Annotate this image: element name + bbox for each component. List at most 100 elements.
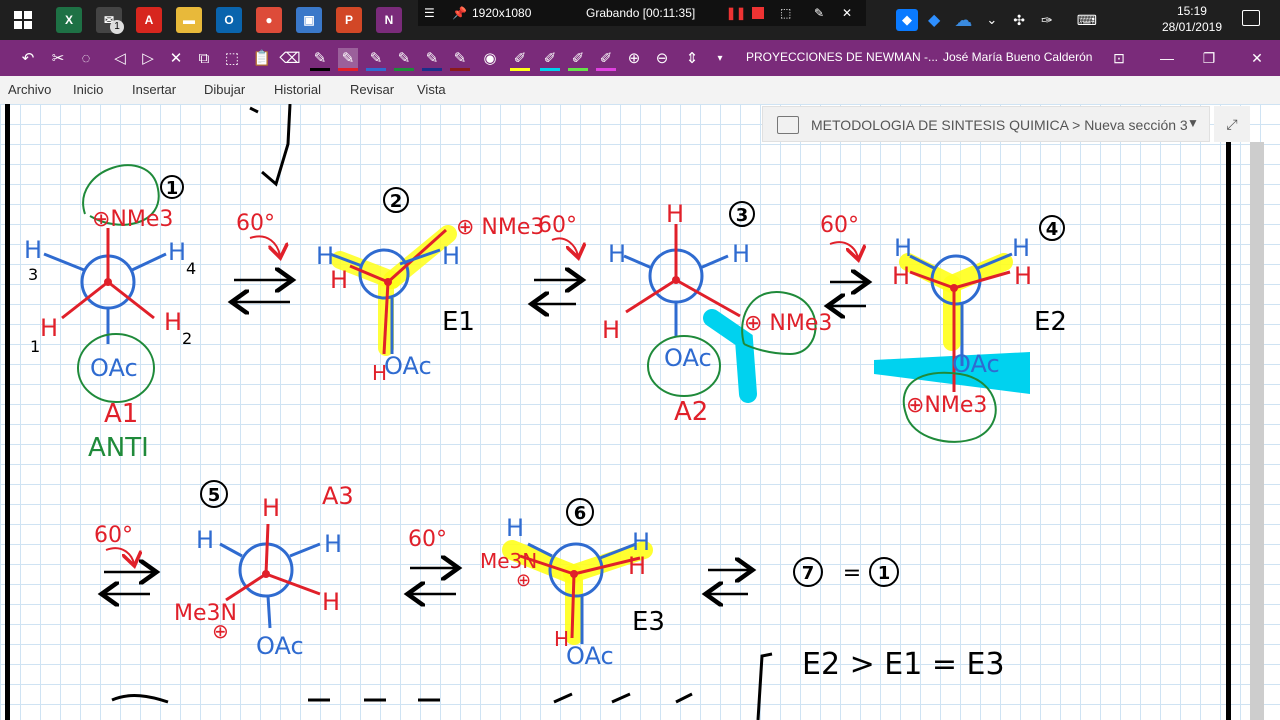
back-icon[interactable]: ◁ [110, 48, 130, 68]
pen-icon[interactable]: ✎ [814, 6, 824, 20]
s4-h2: H [892, 262, 910, 290]
highlighter-yellow-icon[interactable]: ✐ [510, 48, 530, 71]
s1-label: A1 [104, 399, 138, 429]
highlighter-green-icon[interactable]: ✐ [568, 48, 588, 71]
equilibrium-arrow-1: 60° [234, 211, 290, 302]
pen-black-icon[interactable]: ✎ [310, 48, 330, 71]
menu-icon[interactable]: ☰ [424, 6, 435, 20]
menu-revisar[interactable]: Revisar [350, 82, 394, 97]
pin-icon[interactable]: 📌 [452, 6, 467, 20]
lasso-cut-icon[interactable]: ✂ [48, 48, 68, 68]
undo-icon[interactable]: ↶ [18, 48, 38, 68]
user-name[interactable]: José María Bueno Calderón [943, 50, 1092, 64]
s4-h3: H [1012, 234, 1030, 262]
delete-icon[interactable]: ✕ [166, 48, 186, 68]
outlook-icon[interactable]: O [216, 7, 242, 33]
pen-blue-icon[interactable]: ✎ [366, 48, 386, 71]
restore-icon[interactable]: ❐ [1198, 48, 1220, 68]
s3-h-top: H [666, 200, 684, 228]
s1-bond-bl [61, 280, 109, 320]
pen-darkred-icon[interactable]: ✎ [450, 48, 470, 71]
newman-structure-3: 3 H H H H ⊕ NMe3 OAc A2 [602, 200, 832, 427]
forward-icon[interactable]: ▷ [138, 48, 158, 68]
network-icon[interactable]: ✣ [1013, 12, 1025, 29]
fullscreen-icon[interactable]: ⊡ [1108, 48, 1130, 68]
circle-pen-icon[interactable]: ◉ [480, 48, 500, 68]
zoom-out-icon[interactable]: ⊖ [652, 48, 672, 68]
onedrive-icon[interactable]: ☁ [954, 10, 972, 31]
lasso-select-icon[interactable]: ◌ [76, 48, 96, 68]
s1-h-right: H [168, 238, 186, 266]
pen-darkblue-icon[interactable]: ✎ [422, 48, 442, 71]
resolution-label: 1920x1080 [472, 6, 532, 20]
dropbox-tray-icon[interactable]: ◆ [928, 10, 940, 30]
menu-dibujar[interactable]: Dibujar [204, 82, 245, 97]
newman-structure-4: 4 H H H H OAc ⊕NMe3 E2 [874, 215, 1067, 443]
highlighter-magenta-icon[interactable]: ✐ [596, 48, 616, 71]
copy-icon[interactable]: ⧉ [194, 48, 214, 68]
keyboard-icon[interactable]: ⌨ [1077, 12, 1097, 29]
acrobat-icon[interactable]: A [136, 7, 162, 33]
arrow3-curve [829, 241, 858, 258]
notifications-icon[interactable] [1242, 10, 1260, 26]
s5-h-left: H [196, 526, 214, 554]
pen-workspace-icon[interactable]: ✑ [1041, 12, 1053, 29]
s1-n3: 3 [28, 265, 38, 284]
arrow4-curve [105, 547, 134, 564]
menu-vista[interactable]: Vista [417, 82, 446, 97]
select-icon[interactable]: ⬚ [222, 48, 242, 68]
pen-red-icon[interactable]: ✎ [338, 48, 358, 71]
s6-h1: H [506, 514, 524, 542]
windows-start-icon[interactable] [10, 7, 36, 33]
highlighter-cyan-icon[interactable]: ✐ [540, 48, 560, 71]
s6-oac: OAc [566, 642, 614, 670]
ink-stroke-top [261, 104, 292, 187]
s3-h-left: H [608, 240, 626, 268]
paste-icon[interactable]: 📋 [252, 48, 272, 68]
pause-icon[interactable]: ❚❚ [726, 6, 746, 20]
ink-stroke-bottom [111, 692, 693, 704]
arrow3-label: 60° [820, 213, 859, 238]
recording-toolbar: ☰ 📌 1920x1080 Grabando [00:11:35] ❚❚ ⬚ ✎… [418, 0, 866, 26]
equilibrium-arrow-5: 60° [408, 527, 456, 594]
menu-historial[interactable]: Historial [274, 82, 321, 97]
photos-icon[interactable]: ▣ [296, 7, 322, 33]
chrome-icon[interactable]: ● [256, 7, 282, 33]
s2-oac: OAc [384, 352, 432, 380]
arrow1-curve [249, 235, 280, 256]
document-title: PROYECCIONES DE NEWMAN -... [746, 50, 939, 64]
close-icon[interactable]: ✕ [842, 6, 852, 20]
s2-h2: H [330, 266, 348, 294]
camera-icon[interactable]: ⬚ [780, 6, 791, 20]
insert-space-icon[interactable]: ⇕ [682, 48, 702, 68]
s6-plus: ⊕ [516, 570, 531, 591]
eq-left: 7 [802, 563, 815, 584]
stop-icon[interactable] [752, 7, 764, 19]
minimize-icon[interactable]: — [1156, 48, 1178, 68]
clock[interactable]: 15:19 28/01/2019 [1162, 3, 1222, 35]
s3-group: ⊕ NMe3 [744, 311, 832, 336]
zoom-in-icon[interactable]: ⊕ [624, 48, 644, 68]
menu-insertar[interactable]: Insertar [132, 82, 176, 97]
powerpoint-icon[interactable]: P [336, 7, 362, 33]
s1-bond-back-left [43, 252, 85, 272]
s1-sub: ANTI [88, 433, 149, 463]
s3-bond-back-left [623, 254, 653, 270]
menu-archivo[interactable]: Archivo [8, 82, 51, 97]
menu-inicio[interactable]: Inicio [73, 82, 103, 97]
dropbox-icon[interactable]: ◆ [896, 9, 918, 31]
folder-icon[interactable]: ▬ [176, 7, 202, 33]
menu-bar: Archivo Inicio Insertar Dibujar Historia… [0, 76, 1280, 105]
customize-dropdown-icon[interactable]: ▾ [710, 48, 730, 68]
s5-h-right: H [324, 530, 342, 558]
arrow2-curve [551, 237, 578, 256]
pen-green-icon[interactable]: ✎ [394, 48, 414, 71]
close-window-icon[interactable]: ✕ [1246, 48, 1268, 68]
s1-h-bl: H [40, 314, 58, 342]
chevron-up-icon[interactable]: ⌄ [986, 12, 997, 28]
note-canvas[interactable]: METODOLOGIA DE SINTESIS QUIMICA > Nueva … [0, 104, 1280, 720]
onenote-icon[interactable]: N [376, 7, 402, 33]
system-tray: ◆ ◆ ☁ ⌄ ✣ ✑ ⌨ [896, 0, 1097, 40]
excel-icon[interactable]: X [56, 7, 82, 33]
eraser-icon[interactable]: ⌫ [279, 48, 300, 68]
